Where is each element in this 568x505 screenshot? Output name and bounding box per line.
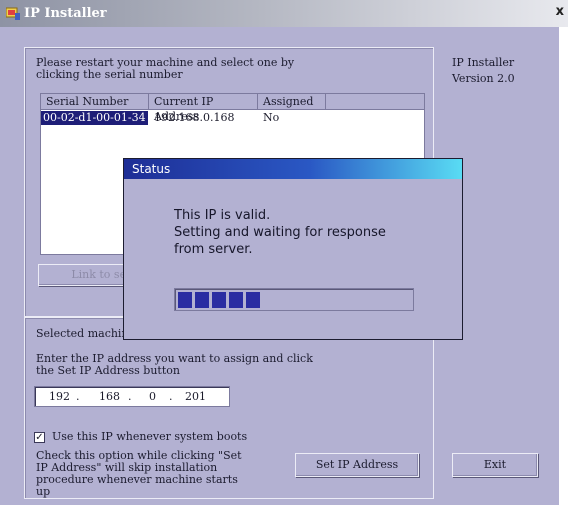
progress-block [229, 292, 243, 308]
status-dialog-body: This IP is valid. Setting and waiting fo… [134, 185, 456, 335]
progress-bar [174, 288, 414, 311]
checkmark-icon: ✓ [35, 432, 44, 443]
progress-block [178, 292, 192, 308]
ip-octet-2[interactable]: 168 [99, 390, 120, 403]
cell-ip: 192.168.0.168 [154, 111, 235, 124]
ip-dot: . [128, 390, 132, 403]
set-ip-address-button[interactable]: Set IP Address [295, 453, 419, 477]
ip-octet-1[interactable]: 192 [49, 390, 70, 403]
status-dialog: Status This IP is valid. Setting and wai… [123, 158, 463, 340]
use-ip-checkbox-label[interactable]: Use this IP whenever system boots [52, 431, 247, 443]
exit-button[interactable]: Exit [452, 453, 538, 477]
app-icon [6, 7, 20, 20]
status-message: This IP is valid. Setting and waiting fo… [174, 207, 386, 258]
cell-assigned: No [263, 111, 280, 124]
ip-octet-4[interactable]: 201 [185, 390, 206, 403]
ip-installer-window: IP Installer x Please restart your machi… [0, 0, 568, 505]
about-name: IP Installer [452, 56, 515, 69]
status-message-line: Setting and waiting for response [174, 225, 386, 240]
window-title: IP Installer [24, 6, 107, 21]
close-icon[interactable]: x [556, 4, 564, 19]
ip-octet-3[interactable]: 0 [149, 390, 156, 403]
ip-instructions-text: Enter the IP address you want to assign … [36, 352, 313, 377]
ip-dot: . [169, 390, 173, 403]
ip-address-field[interactable]: 192 . 168 . 0 . 201 [34, 386, 230, 407]
status-message-line: This IP is valid. [174, 208, 271, 223]
column-header-ip[interactable]: Current IP Address [149, 94, 258, 123]
selected-machine-label: Selected machine [36, 327, 136, 340]
use-ip-checkbox[interactable]: ✓ [34, 432, 45, 443]
title-bar[interactable]: IP Installer x [0, 0, 568, 27]
ip-dot: . [76, 390, 80, 403]
progress-block [212, 292, 226, 308]
table-row[interactable]: 00-02-d1-00-01-34 192.168.0.168 No [41, 111, 424, 125]
column-header-empty [326, 94, 424, 110]
progress-block [195, 292, 209, 308]
instructions-text: Please restart your machine and select o… [36, 56, 295, 81]
about-version: Version 2.0 [452, 72, 515, 85]
cell-serial[interactable]: 00-02-d1-00-01-34 [41, 111, 148, 125]
status-dialog-title[interactable]: Status [124, 159, 462, 179]
column-header-assigned[interactable]: Assigned [258, 94, 326, 110]
progress-block [246, 292, 260, 308]
column-header-serial[interactable]: Serial Number [41, 94, 149, 110]
status-message-line: from server. [174, 242, 253, 257]
check-note-text: Check this option while clicking "Set IP… [36, 449, 242, 498]
